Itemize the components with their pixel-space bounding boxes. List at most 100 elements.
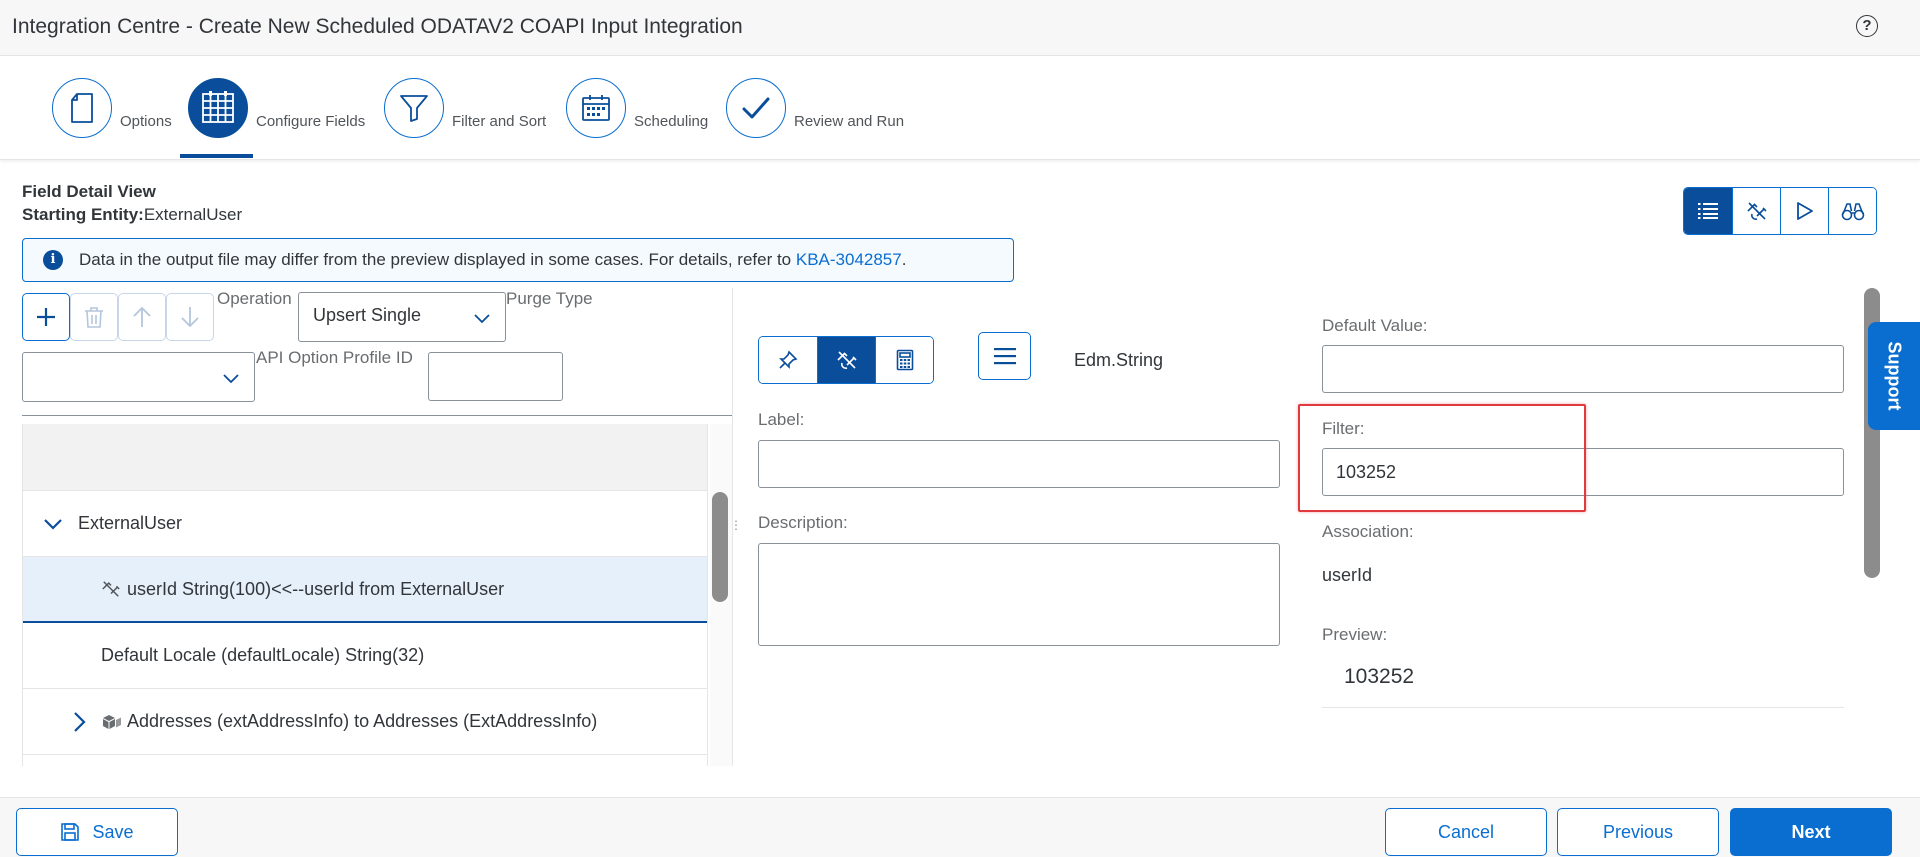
document-icon <box>52 78 112 138</box>
support-label: Support <box>1884 341 1905 411</box>
chevron-right-icon[interactable] <box>71 711 87 733</box>
arrow-down-icon <box>181 307 199 328</box>
field-menu-button[interactable] <box>978 332 1031 380</box>
save-icon <box>60 822 80 842</box>
starting-entity-label: Starting Entity: <box>22 205 144 224</box>
default-value-label: Default Value: <box>1322 316 1428 335</box>
chevron-down-icon <box>223 374 239 384</box>
list-view-button[interactable] <box>1684 188 1732 234</box>
table-icon <box>188 78 248 138</box>
info-message: Data in the output file may differ from … <box>79 250 906 270</box>
preview-value: 103252 <box>1344 665 1415 688</box>
next-button[interactable]: Next <box>1730 808 1892 856</box>
tree-scrollbar[interactable] <box>710 424 732 766</box>
entity-cube-icon <box>103 715 121 729</box>
view-mode-toggle <box>1683 187 1877 235</box>
field-mode-toggle <box>758 336 934 384</box>
support-button[interactable]: Support <box>1868 322 1920 430</box>
field-tree: ExternalUser userId String(100)<<--userI… <box>22 424 708 766</box>
unlink-icon <box>1746 202 1767 220</box>
move-down-button[interactable] <box>166 293 214 341</box>
operation-select[interactable]: Upsert Single <box>298 292 506 342</box>
chevron-down-icon <box>474 314 490 324</box>
api-option-profile-label: API Option Profile ID <box>256 348 413 367</box>
previous-label: Previous <box>1602 821 1674 842</box>
unlink-icon <box>102 581 120 597</box>
app-header: Integration Centre - Create New Schedule… <box>0 0 1920 56</box>
association-value: userId <box>1322 565 1373 585</box>
wizard-step-label: Configure Fields <box>256 113 366 130</box>
description-field-label: Description: <box>758 513 848 532</box>
wizard-step-label: Filter and Sort <box>452 113 547 130</box>
tree-row-label: Addresses (extAddressInfo) to Addresses … <box>127 711 598 731</box>
menu-icon <box>993 348 1016 365</box>
tree-row-label: Default Locale (defaultLocale) String(32… <box>101 645 425 665</box>
info-message-strip: i Data in the output file may differ fro… <box>22 238 1014 282</box>
add-field-button[interactable] <box>22 293 70 341</box>
calculator-icon <box>896 349 913 371</box>
next-label: Next <box>1791 821 1831 842</box>
association-label: Association: <box>1322 522 1414 541</box>
wizard-step-label: Options <box>120 113 172 130</box>
api-option-profile-input[interactable] <box>428 352 563 401</box>
divider <box>22 415 732 416</box>
info-icon: i <box>43 250 63 270</box>
filter-icon <box>384 78 444 138</box>
help-icon[interactable]: ? <box>1856 15 1878 37</box>
divider <box>1322 707 1844 708</box>
preview-button[interactable] <box>1828 188 1876 234</box>
cancel-label: Cancel <box>1437 821 1495 842</box>
starting-entity-value: ExternalUser <box>143 205 243 224</box>
checkmark-icon <box>726 78 786 138</box>
tree-row-externaluser[interactable]: ExternalUser <box>23 491 707 557</box>
page-title: Integration Centre - Create New Schedule… <box>12 15 743 38</box>
purge-type-select[interactable] <box>22 352 255 402</box>
description-textarea[interactable] <box>758 543 1280 646</box>
label-field-label: Label: <box>758 410 805 429</box>
plus-icon <box>37 308 55 326</box>
kba-link[interactable]: KBA-3042857 <box>796 250 902 269</box>
previous-button[interactable]: Previous <box>1557 808 1719 856</box>
operation-label: Operation <box>217 289 292 308</box>
play-icon <box>1796 202 1813 220</box>
tree-scrollbar-thumb[interactable] <box>712 492 728 602</box>
binoculars-icon <box>1841 203 1864 221</box>
tree-row-addresses[interactable]: Addresses (extAddressInfo) to Addresses … <box>23 689 707 755</box>
arrow-up-icon <box>133 306 151 327</box>
operation-value: Upsert Single <box>313 305 422 325</box>
mapping-view-button[interactable] <box>1732 188 1780 234</box>
pin-button[interactable] <box>759 337 817 383</box>
save-label: Save <box>92 821 134 842</box>
default-value-input[interactable] <box>1322 345 1844 393</box>
pin-icon <box>779 350 798 369</box>
active-step-indicator <box>180 154 253 158</box>
cancel-button[interactable]: Cancel <box>1385 808 1547 856</box>
tree-row-userid[interactable]: userId String(100)<<--userId from Extern… <box>23 557 707 623</box>
wizard-step-label: Scheduling <box>634 113 709 130</box>
chevron-down-icon[interactable] <box>43 515 63 533</box>
tree-row-default-locale[interactable]: Default Locale (defaultLocale) String(32… <box>23 623 707 689</box>
trash-icon <box>85 307 103 328</box>
list-icon <box>1698 203 1718 219</box>
calendar-icon <box>566 78 626 138</box>
preview-label: Preview: <box>1322 625 1388 644</box>
unmap-button[interactable] <box>817 337 875 383</box>
tree-row-label: ExternalUser <box>78 513 183 533</box>
tree-header <box>23 424 707 491</box>
wizard-step-label: Review and Run <box>794 113 905 130</box>
tree-row-label: userId String(100)<<--userId from Extern… <box>127 579 505 599</box>
info-message-suffix: . <box>901 250 907 269</box>
label-input[interactable] <box>758 440 1280 488</box>
run-preview-button[interactable] <box>1780 188 1828 234</box>
calculated-field-button[interactable] <box>875 337 933 383</box>
section-title: Field Detail View <box>22 182 156 201</box>
unlink-icon <box>836 351 857 369</box>
filter-highlight-box <box>1298 404 1586 512</box>
starting-entity: Starting Entity:ExternalUser <box>22 205 242 225</box>
purge-type-label: Purge Type <box>506 289 593 308</box>
delete-field-button[interactable] <box>70 293 118 341</box>
move-up-button[interactable] <box>118 293 166 341</box>
info-message-text: Data in the output file may differ from … <box>79 250 796 269</box>
save-button[interactable]: Save <box>16 808 178 856</box>
field-type: Edm.String <box>1074 350 1164 370</box>
